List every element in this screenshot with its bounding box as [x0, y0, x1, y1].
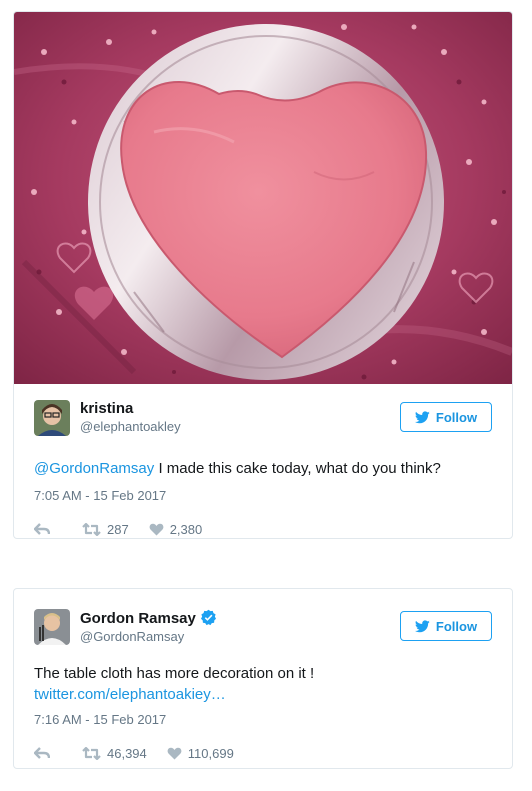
tweet-card-kristina: kristina @elephantoakley Follow @GordonR… [13, 11, 513, 539]
follow-button[interactable]: Follow [400, 402, 492, 432]
retweet-button[interactable]: 46,394 [82, 746, 147, 761]
twitter-bird-icon [414, 619, 430, 632]
action-bar: 46,394 110,699 [34, 743, 492, 763]
reply-button[interactable] [34, 522, 50, 536]
heart-icon [167, 747, 182, 759]
follow-label: Follow [435, 409, 478, 425]
like-button[interactable]: 2,380 [149, 521, 203, 537]
reply-icon [34, 746, 50, 759]
reply-button[interactable] [34, 746, 50, 760]
like-count: 2,380 [169, 521, 203, 537]
timestamp[interactable]: 7:05 AM - 15 Feb 2017 [34, 487, 492, 505]
like-button[interactable]: 110,699 [167, 746, 234, 761]
display-name[interactable]: Gordon Ramsay [80, 610, 196, 628]
tweet-card-gordon-ramsay: Gordon Ramsay @GordonRamsay Follow The t… [13, 588, 513, 769]
retweet-count: 46,394 [107, 745, 147, 761]
timestamp[interactable]: 7:16 AM - 15 Feb 2017 [34, 711, 492, 729]
verified-badge-icon [200, 609, 216, 626]
cake-photo[interactable] [14, 12, 512, 384]
twitter-bird-icon [414, 410, 430, 423]
follow-label: Follow [435, 618, 478, 634]
retweet-icon [82, 746, 101, 760]
handle[interactable]: @elephantoakley [80, 418, 181, 435]
follow-button[interactable]: Follow [400, 611, 492, 641]
heart-icon [149, 523, 164, 535]
display-name[interactable]: kristina [80, 400, 133, 418]
action-bar: 287 2,380 [34, 519, 492, 538]
avatar-kristina[interactable] [34, 400, 70, 436]
retweet-button[interactable]: 287 [82, 522, 129, 537]
reply-icon [34, 522, 50, 535]
mention-link[interactable]: @GordonRamsay [34, 460, 154, 477]
retweet-icon [82, 522, 101, 536]
avatar-gordon-ramsay[interactable] [34, 609, 70, 645]
handle[interactable]: @GordonRamsay [80, 628, 217, 645]
tweet-text-body: I made this cake today, what do you thin… [154, 460, 441, 477]
like-count: 110,699 [187, 745, 234, 761]
tweet-text: @GordonRamsay I made this cake today, wh… [34, 458, 492, 479]
retweet-count: 287 [107, 521, 129, 537]
tweet-link[interactable]: twitter.com/elephantoakiey… [34, 686, 226, 703]
